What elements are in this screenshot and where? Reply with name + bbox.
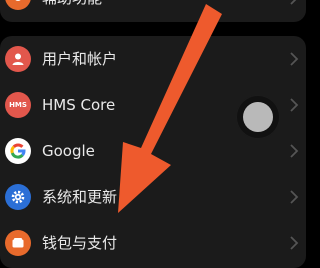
accessibility-icon — [5, 0, 31, 10]
chevron-right-icon — [290, 144, 299, 158]
settings-item-users-accounts[interactable]: 用户和帐户 — [0, 36, 306, 82]
chevron-right-icon — [290, 98, 299, 112]
settings-item-label: HMS Core — [42, 96, 116, 114]
settings-item-system-updates[interactable]: 系统和更新 — [0, 174, 306, 220]
chevron-right-icon — [290, 0, 297, 5]
user-icon — [5, 46, 31, 72]
settings-item-label: 系统和更新 — [42, 188, 118, 206]
settings-card-main: 用户和帐户 HMS HMS Core Google 系统和更新 钱包与支付 — [0, 36, 306, 268]
hms-core-icon: HMS — [5, 92, 31, 118]
chevron-right-icon — [290, 52, 299, 66]
settings-item-accessibility[interactable]: 辅助功能 — [0, 0, 306, 24]
floating-navigation-button[interactable] — [237, 96, 279, 138]
floating-button-dot — [243, 102, 273, 132]
wallet-icon — [5, 230, 31, 256]
settings-item-wallet-payment[interactable]: 钱包与支付 — [0, 220, 306, 266]
google-icon — [5, 138, 31, 164]
settings-item-label: Google — [42, 142, 95, 160]
chevron-right-icon — [290, 236, 299, 250]
settings-card-top: 辅助功能 — [0, 0, 306, 22]
settings-item-label: 用户和帐户 — [42, 50, 118, 68]
settings-item-label: 钱包与支付 — [42, 234, 118, 252]
hms-icon-text: HMS — [9, 101, 27, 109]
settings-item-label: 辅助功能 — [42, 0, 102, 18]
chevron-right-icon — [290, 190, 299, 204]
gear-icon — [5, 184, 31, 210]
